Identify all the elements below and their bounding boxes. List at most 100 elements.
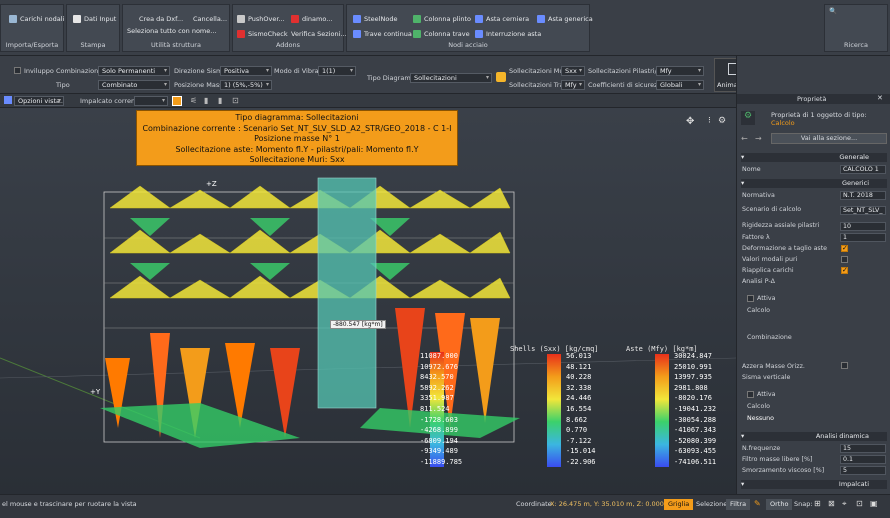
nome-value[interactable]: CALCOLO 1 — [840, 165, 886, 174]
scenario-value[interactable]: Set_NT_SLV_ — [840, 206, 886, 215]
asta-generica-button[interactable]: Asta generica — [537, 15, 593, 23]
griglia-button[interactable]: Griglia — [664, 499, 694, 510]
tipo-select[interactable]: Combinato — [98, 80, 170, 90]
beam-moment-diagrams — [109, 185, 511, 299]
sisma-verticale-label: Sisma verticale — [742, 374, 791, 381]
snap-icon-1[interactable]: ⊞ — [814, 499, 821, 508]
legend-value: 24.446 — [566, 394, 592, 403]
sismocheck-button[interactable]: SismoCheck — [237, 30, 288, 38]
ribbon: Carichi nodali Importa/Esporta Dati Inpu… — [0, 0, 890, 56]
section-impalcati[interactable]: ▾ Impalcati — [741, 480, 887, 489]
valori-modali-checkbox[interactable] — [841, 256, 848, 263]
normativa-value[interactable]: N.T. 2018 — [840, 191, 886, 200]
snap-icon-4[interactable]: ⊡ — [856, 499, 863, 508]
modo-vibrare-select[interactable]: 1(1) — [318, 66, 356, 76]
azzera-masse-checkbox[interactable] — [841, 362, 848, 369]
snap-icon-3[interactable]: ⌖ — [842, 499, 847, 509]
info-line-2: Combinazione corrente : Scenario Set_NT_… — [142, 123, 452, 133]
legend-value: 5892.262 — [420, 383, 454, 392]
close-icon[interactable]: ✕ — [877, 94, 883, 102]
trave-continua-button[interactable]: Trave continua — [353, 30, 412, 38]
legend-value: -6809.194 — [420, 436, 458, 445]
eraser-icon[interactable]: ▮ — [218, 96, 222, 105]
gear-icon[interactable]: ⚙ — [718, 116, 726, 126]
legend-value: -30054.288 — [674, 415, 717, 424]
dots-icon[interactable]: ⁝ — [708, 116, 711, 126]
legend-value: -11889.785 — [420, 458, 463, 466]
3d-viewport[interactable]: Tipo diagramma: Sollecitazioni Combinazi… — [0, 108, 736, 494]
trash-icon[interactable]: ▮ — [204, 96, 208, 105]
tipo-diagramma-select[interactable]: Sollecitazioni — [410, 73, 492, 83]
fattore-value[interactable]: 1 — [840, 233, 886, 242]
filtro-masse-value[interactable]: 0.1 — [840, 455, 886, 464]
posizione-masse-select[interactable]: 1) (5%,-5%) — [220, 80, 272, 90]
inviluppo-checkbox[interactable] — [14, 67, 21, 74]
asta-generica-icon — [537, 15, 545, 23]
back-arrow-icon[interactable]: ← — [741, 134, 748, 143]
core-shell — [318, 178, 376, 408]
section-generici[interactable]: ▾ Generici — [741, 179, 887, 188]
asta-cerniera-button[interactable]: Asta cerniera — [475, 15, 529, 23]
nessuno-label: Nessuno — [747, 415, 774, 422]
seleziona-tutto-button[interactable]: Seleziona tutto con nome... — [127, 27, 216, 35]
filtra-button[interactable]: Filtra — [726, 499, 751, 510]
group-title-ricerca: Ricerca — [844, 41, 868, 49]
interruzione-asta-button[interactable]: Interruzione asta — [475, 30, 541, 38]
sollecitazioni-muri-select[interactable]: Sxx — [561, 66, 585, 76]
opzioni-vista-button[interactable]: Opzioni vista... — [14, 96, 64, 106]
legend-value: -4268.899 — [420, 426, 458, 435]
wrench-icon[interactable]: ✎ — [754, 499, 761, 508]
nfrequenze-value[interactable]: 15 — [840, 444, 886, 453]
ortho-button[interactable]: Ortho — [766, 499, 793, 510]
group-title-importa: Importa/Esporta — [5, 41, 59, 49]
section-generale[interactable]: ▾ Generale — [741, 153, 887, 162]
smorzamento-value[interactable]: 5 — [840, 466, 886, 475]
settings-icon[interactable] — [496, 72, 506, 82]
search-button[interactable]: 🔍 — [829, 7, 837, 15]
ruler-icon[interactable]: ⚟ — [190, 96, 197, 105]
dati-input-button[interactable]: Dati Input — [73, 15, 116, 23]
print-icon — [73, 15, 81, 23]
vai-alla-sezione-button[interactable]: Vai alla sezione... — [771, 133, 887, 144]
dinamo-button[interactable]: dinamo... — [291, 15, 332, 23]
legend-value: 8432.570 — [420, 373, 454, 382]
group-title-addons: Addons — [275, 41, 301, 49]
snap-icon-2[interactable]: ⊠ — [828, 499, 835, 508]
legend-value: -1728.603 — [420, 415, 458, 424]
pushover-button[interactable]: PushOver... — [237, 15, 285, 23]
legend-value: 40.228 — [566, 373, 592, 382]
attiva-checkbox[interactable] — [747, 295, 754, 302]
rigidezza-value[interactable]: 10 — [840, 222, 886, 231]
clip-icon[interactable]: ⊡ — [232, 96, 239, 105]
verifica-sezioni-button[interactable]: Verifica Sezioni... — [291, 30, 347, 38]
combinazione-label: Combinazione — [747, 334, 792, 341]
legend-value: -9349.489 — [420, 447, 458, 456]
colonna-trave-button[interactable]: Colonna trave — [413, 30, 470, 38]
legend-value: -52080.399 — [674, 436, 717, 445]
selection-type: Calcolo — [771, 119, 795, 127]
crea-da-dxf-button[interactable]: Crea da Dxf... — [139, 15, 183, 23]
impalcato-select[interactable] — [134, 96, 168, 106]
attiva2-checkbox[interactable] — [747, 391, 754, 398]
move-icon[interactable]: ✥ — [686, 116, 694, 127]
riapplica-checkbox[interactable] — [841, 266, 848, 274]
snap-icon-5[interactable]: ▣ — [870, 499, 878, 508]
colonna-plinto-button[interactable]: Colonna plinto — [413, 15, 471, 23]
deformazione-checkbox[interactable] — [841, 244, 848, 252]
combinazione-select[interactable]: Solo Permanenti — [98, 66, 170, 76]
coefficienti-sicurezza-select[interactable]: Globali — [656, 80, 704, 90]
normativa-label: Normativa — [742, 192, 775, 199]
direzione-sisma-select[interactable]: Positiva — [220, 66, 272, 76]
sollecitazioni-muri-label: Sollecitazioni Muri — [509, 67, 569, 75]
scenario-label: Scenario di calcolo — [742, 206, 802, 213]
ribbon-group-ricerca: 🔍 Ricerca — [824, 4, 888, 52]
section-analisi-dinamica[interactable]: ▾ Analisi dinamica — [741, 432, 887, 441]
steelnode-button[interactable]: SteelNode — [353, 15, 397, 23]
cancella-button[interactable]: Cancella... — [193, 15, 227, 23]
carichi-nodali-button[interactable]: Carichi nodali — [9, 15, 64, 23]
sollecitazioni-travi-select[interactable]: Mfy — [561, 80, 585, 90]
highlight-icon[interactable] — [172, 96, 182, 106]
forward-arrow-icon[interactable]: → — [755, 134, 762, 143]
sollecitazioni-pilastri-select[interactable]: Mfy — [656, 66, 704, 76]
diagram-info-box: Tipo diagramma: Sollecitazioni Combinazi… — [136, 110, 458, 166]
